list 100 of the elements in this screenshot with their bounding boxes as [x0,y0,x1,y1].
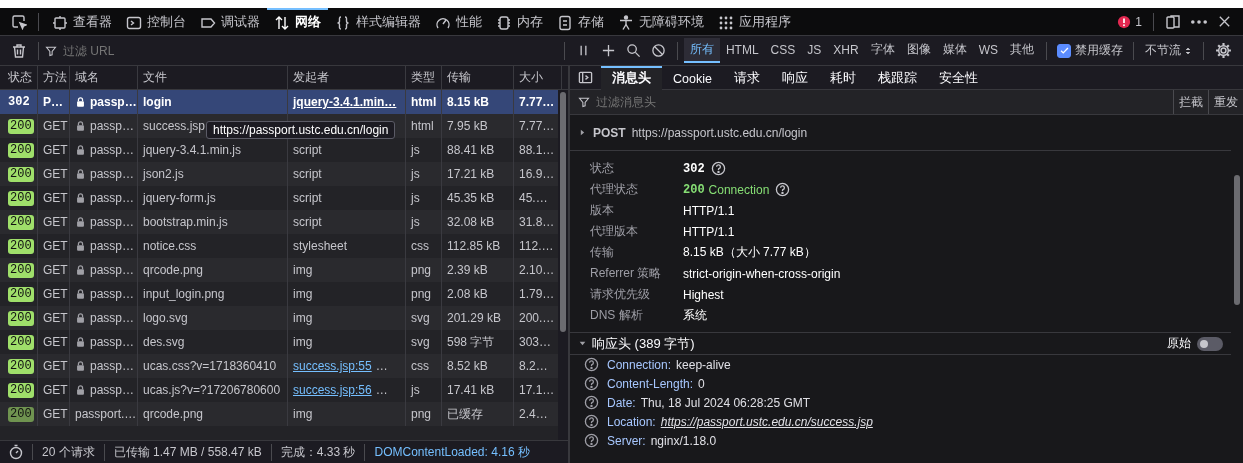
help-icon[interactable] [584,433,599,448]
request-row[interactable]: 200 GET passp… qrcode.png img png 2.39 kB 2.10… [0,258,558,282]
column-header[interactable]: 类型 [406,66,442,89]
request-row[interactable]: 200 GET passp… ucas.css?v=1718360410 success.jsp:55 … css 8.52 kB 8.2… [0,354,558,378]
type-filter-button[interactable]: HTML [719,39,765,62]
table-cell: 7.95 kB [442,114,514,138]
status-code: 200 [8,142,34,158]
column-header[interactable]: 方法 [38,66,70,89]
column-header[interactable]: 域名 [70,66,138,89]
field-value: Connection [708,182,770,197]
details-tab[interactable]: 安全性 [927,65,989,90]
column-header[interactable]: 状态 [3,66,38,89]
more-icon [1191,19,1207,24]
table-cell: stylesheet [293,239,348,253]
filter-headers-field[interactable]: 过滤消息头 [570,90,1173,114]
devtools-tab[interactable]: 查看器 [45,7,119,36]
check-icon [1058,45,1070,56]
help-icon[interactable] [584,376,599,391]
help-icon[interactable] [584,414,599,429]
help-icon[interactable] [710,161,726,176]
person-icon [618,14,634,31]
table-cell: script [293,167,322,181]
header-link[interactable]: https://passport.ustc.edu.cn/success.jsp [660,414,873,429]
action-button[interactable]: 拦截 [1173,90,1208,114]
initiator-link[interactable]: success.jsp:56 [293,383,372,397]
details-tab[interactable]: 响应 [770,65,819,90]
scrollbar-thumb[interactable] [560,92,566,332]
status-code: 200 [8,382,34,398]
field-value: HTTP/1.1 [683,203,735,218]
expand-arrow-icon[interactable] [578,128,587,137]
column-header[interactable]: 传输 [442,66,514,89]
type-filter-button[interactable]: WS [972,39,1004,62]
type-filter-button[interactable]: 字体 [864,38,901,63]
table-cell: passp… [90,263,135,277]
type-filter-button[interactable]: 其他 [1004,38,1040,63]
column-header[interactable]: 大小 [514,66,562,89]
devtools-tab[interactable]: 存储 [550,7,611,36]
column-header[interactable]: 文件 [138,66,288,89]
request-row[interactable]: 200 GET passp… logo.svg img svg 201.29 kB 200.… [0,306,558,330]
field-value: 200 [683,182,705,197]
details-tab[interactable]: 消息头 [601,65,662,90]
arrows-icon [274,14,290,31]
help-icon[interactable] [775,182,791,197]
devtools-tab[interactable]: 控制台 [119,7,193,36]
table-cell: 2.39 kB [442,258,514,282]
type-filter-button[interactable]: JS [801,39,828,62]
request-row[interactable]: 302 P… passp… login jquery-3.4.1.min… html 8.15 kB 7.77… [0,90,558,114]
request-row[interactable]: 200 GET passp… bootstrap.min.js script js 32.08 kB 31.8… [0,210,558,234]
tooltip: https://passport.ustc.edu.cn/login [206,121,396,139]
devtools-tab[interactable]: 内存 [489,7,550,36]
help-icon[interactable] [584,357,599,372]
help-icon[interactable] [584,395,599,410]
expand-arrow-icon[interactable] [578,339,587,348]
field-label: 版本 [590,202,615,219]
type-filter-button[interactable]: 媒体 [936,38,973,63]
header-value: 0 [698,376,705,391]
raw-toggle[interactable] [1197,336,1223,351]
devtools-tab[interactable]: 应用程序 [711,7,798,36]
details-tab[interactable]: 栈跟踪 [866,65,928,90]
column-header[interactable]: 发起者 [288,66,406,89]
field-value: strict-origin-when-cross-origin [683,266,841,281]
type-filter-button[interactable]: CSS [764,39,802,62]
table-cell: 17.21 kB [442,162,514,186]
type-filter-button[interactable]: 图像 [900,38,937,63]
details-tab[interactable]: Cookie [662,65,723,90]
table-cell: passport.… [75,407,137,421]
filter-headers-input[interactable]: 过滤消息头 [594,94,1173,110]
table-cell: 已缓存 [442,402,514,426]
table-cell: json2.js [138,162,288,186]
initiator-link[interactable]: success.jsp:55 [293,359,372,373]
table-cell: passp… [90,383,135,397]
status-code: 200 [8,118,34,134]
error-icon [1117,14,1132,29]
throttle-dropdown[interactable]: 不节流 [1140,40,1197,61]
devtools-tab[interactable]: 样式编辑器 [328,7,428,36]
header-value: Thu, 18 Jul 2024 06:28:25 GMT [640,395,811,410]
table-cell: 8.52 kB [442,354,514,378]
request-row[interactable]: 200 GET passport.… qrcode.png img png 已缓存 2.4… [0,402,558,426]
table-cell: qrcode.png [138,258,288,282]
scrollbar-thumb[interactable] [1234,175,1240,305]
type-filter-button[interactable]: XHR [827,39,865,62]
initiator-link[interactable]: jquery-3.4.1.min… [293,95,397,109]
summary-text: 已传输 1.47 MB / 558.47 kB [104,443,272,461]
action-button[interactable]: 重发 [1208,90,1243,114]
request-row[interactable]: 200 GET passp… json2.js script js 17.21 kB 16.9… [0,162,558,186]
table-cell: html [406,114,442,138]
details-tab[interactable]: 耗时 [818,65,867,90]
trash-icon [11,42,27,59]
type-filter-button[interactable]: 所有 [683,38,720,63]
header-name: Content-Length: [607,376,694,391]
braces-icon [335,14,351,31]
stopwatch-icon[interactable] [8,444,24,460]
frame-icon [52,14,68,31]
devtools-tab[interactable]: 调试器 [193,7,267,36]
disable-cache-checkbox[interactable] [1057,43,1071,58]
devtools-tab[interactable]: 性能 [428,7,489,36]
details-tab[interactable]: 请求 [722,65,771,90]
filter-url-field[interactable]: 过滤 URL [61,42,302,59]
devtools-tab[interactable]: 无障碍环境 [611,7,711,36]
error-count-button[interactable]: 1 [1112,12,1147,31]
